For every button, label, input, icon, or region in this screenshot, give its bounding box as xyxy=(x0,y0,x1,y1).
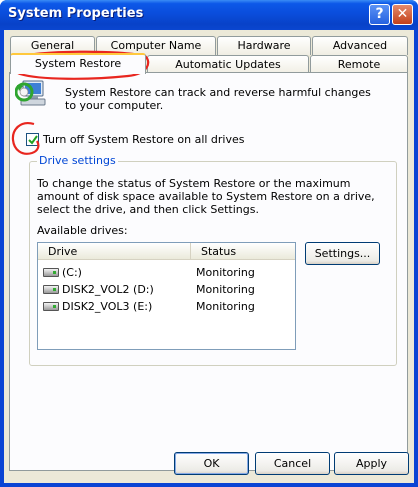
drive-status: Monitoring xyxy=(196,300,255,313)
settings-button[interactable]: Settings... xyxy=(305,242,380,265)
close-button[interactable]: ✕ xyxy=(392,4,413,25)
dialog-client-area: General Computer Name Hardware Advanced … xyxy=(4,30,414,483)
cancel-button[interactable]: Cancel xyxy=(255,452,330,475)
apply-button[interactable]: Apply xyxy=(334,452,409,475)
tab-advanced[interactable]: Advanced xyxy=(312,36,408,55)
drive-status: Monitoring xyxy=(196,283,255,296)
column-header-drive[interactable]: Drive xyxy=(38,243,191,260)
drive-cell: DISK2_VOL3 (E:) xyxy=(43,298,152,315)
drive-name: DISK2_VOL2 (D:) xyxy=(62,283,154,296)
available-drives-label: Available drives: xyxy=(37,224,128,237)
drives-list[interactable]: Drive Status (C:) Monitoring DISK2_VOL2 … xyxy=(37,242,296,350)
hard-drive-icon xyxy=(43,285,59,294)
tab-hardware[interactable]: Hardware xyxy=(217,36,311,55)
turn-off-system-restore-label[interactable]: Turn off System Restore on all drives xyxy=(43,133,245,146)
window-title: System Properties xyxy=(8,6,144,21)
drive-settings-title: Drive settings xyxy=(37,154,118,167)
drive-cell: DISK2_VOL2 (D:) xyxy=(43,281,154,298)
drives-list-header: Drive Status xyxy=(38,243,295,260)
turn-off-system-restore-checkbox[interactable] xyxy=(26,132,39,146)
column-header-status[interactable]: Status xyxy=(191,243,295,260)
ok-button[interactable]: OK xyxy=(174,452,249,475)
table-row[interactable]: (C:) Monitoring xyxy=(38,264,295,281)
hard-drive-icon xyxy=(43,268,59,277)
drive-status: Monitoring xyxy=(196,266,255,279)
system-restore-icon xyxy=(15,80,46,106)
tab-system-restore[interactable]: System Restore xyxy=(10,53,146,74)
system-properties-window: System Properties ? ✕ General Computer N… xyxy=(0,0,418,487)
drive-cell: (C:) xyxy=(43,264,82,281)
help-button[interactable]: ? xyxy=(369,4,390,25)
turn-off-system-restore-row[interactable]: Turn off System Restore on all drives xyxy=(26,131,245,147)
intro-text: System Restore can track and reverse har… xyxy=(65,86,371,112)
checkmark-icon xyxy=(28,134,38,145)
title-bar[interactable]: System Properties ? ✕ xyxy=(0,0,418,30)
table-row[interactable]: DISK2_VOL2 (D:) Monitoring xyxy=(38,281,295,298)
table-row[interactable]: DISK2_VOL3 (E:) Monitoring xyxy=(38,298,295,315)
drive-name: (C:) xyxy=(62,266,82,279)
drive-name: DISK2_VOL3 (E:) xyxy=(62,300,153,313)
hard-drive-icon xyxy=(43,302,59,311)
drive-settings-description: To change the status of System Restore o… xyxy=(37,177,375,216)
